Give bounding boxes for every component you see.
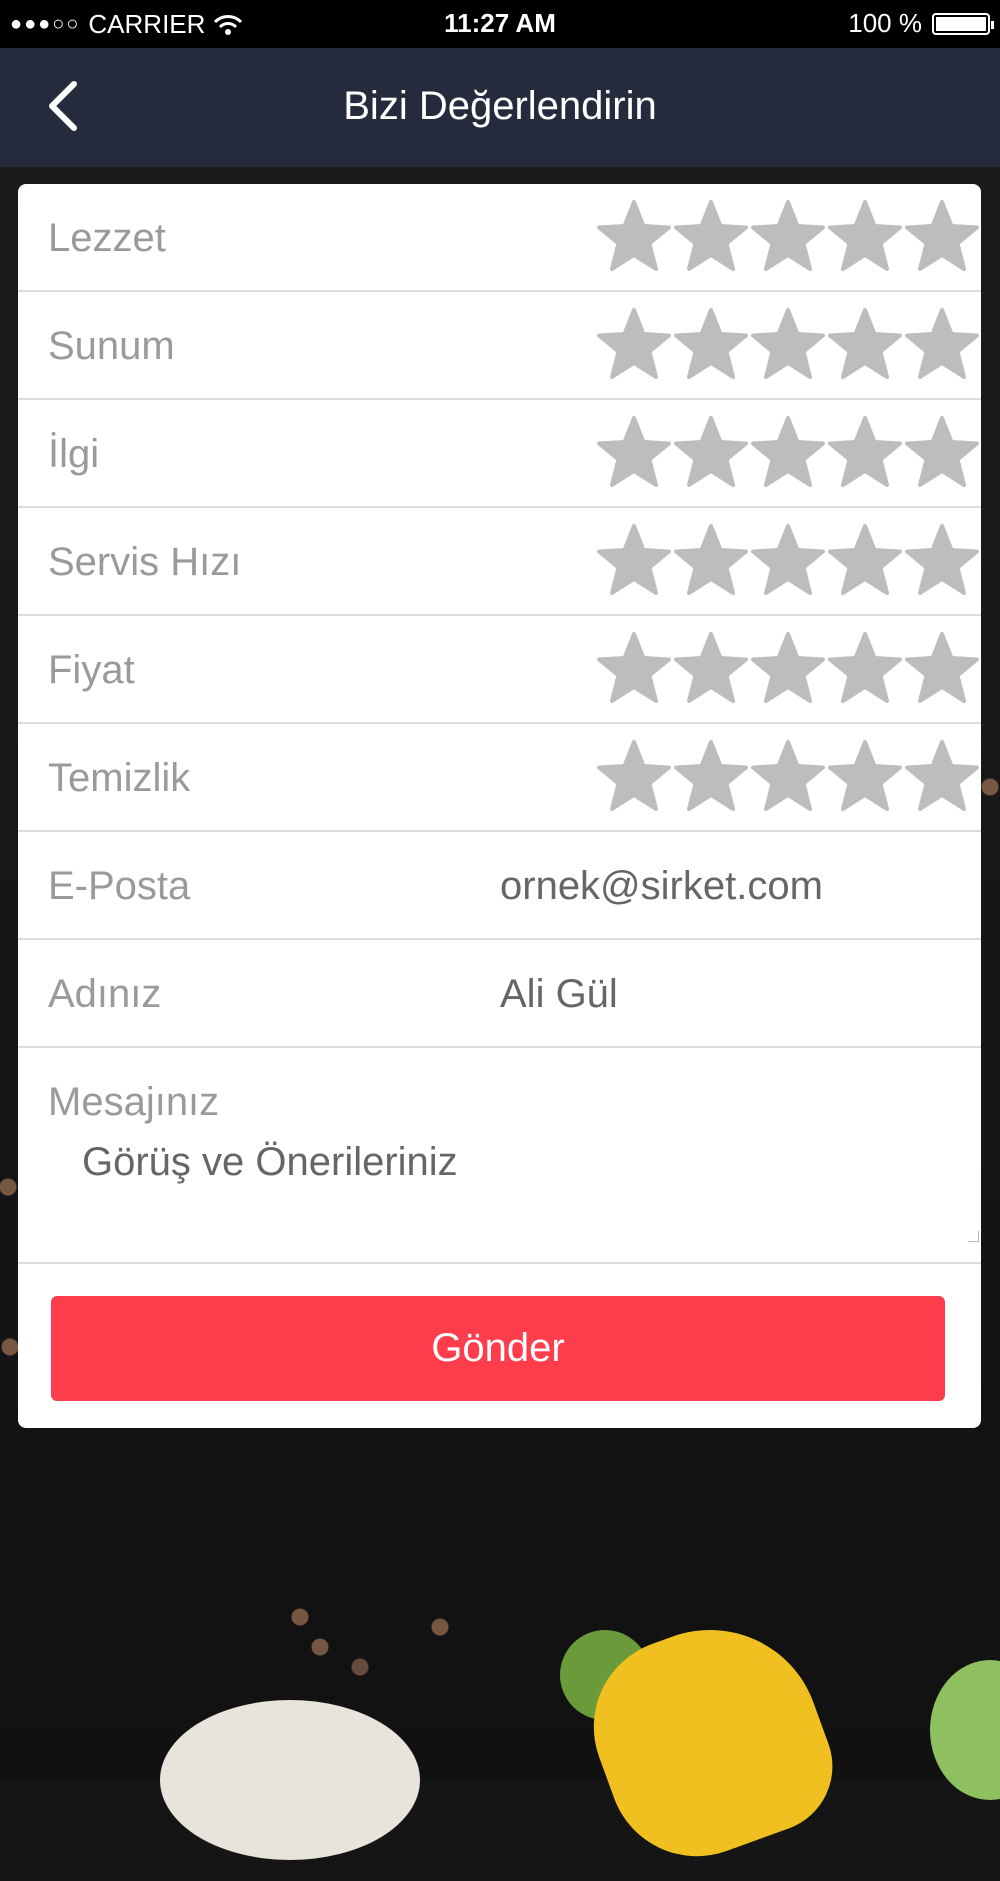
- star-icon[interactable]: [904, 516, 981, 600]
- star-icon[interactable]: [673, 732, 750, 816]
- name-label: Adınız: [48, 972, 162, 1016]
- rating-label: Temizlik: [48, 756, 191, 800]
- email-field[interactable]: ornek@sirket.com: [500, 864, 823, 909]
- star-icon[interactable]: [827, 192, 904, 276]
- star-icon[interactable]: [904, 408, 981, 492]
- star-icon[interactable]: [673, 624, 750, 708]
- star-icon[interactable]: [673, 408, 750, 492]
- star-icon[interactable]: [904, 300, 981, 384]
- star-icon[interactable]: [673, 192, 750, 276]
- star-rating: [596, 192, 981, 276]
- rating-row: İlgi: [18, 400, 981, 508]
- rating-form-card: Lezzet Sunum İlgi Servis Hızı Fiyat Temizlik …: [18, 184, 981, 1428]
- navigation-bar: Bizi Değerlendirin: [0, 48, 1000, 167]
- email-row: E-Posta ornek@sirket.com: [18, 832, 981, 940]
- battery-icon: [932, 12, 994, 35]
- rating-label: Fiyat: [48, 648, 135, 692]
- rating-row: Temizlik: [18, 724, 981, 832]
- rating-label: Sunum: [48, 324, 175, 368]
- cauliflower-decoration: [160, 1700, 420, 1860]
- email-label: E-Posta: [48, 864, 191, 908]
- star-icon[interactable]: [596, 516, 673, 600]
- status-bar: ●●●○○ CARRIER 11:27 AM 100 %: [0, 0, 1000, 48]
- star-icon[interactable]: [904, 192, 981, 276]
- resize-handle-icon[interactable]: [968, 1231, 979, 1242]
- star-icon[interactable]: [827, 300, 904, 384]
- submit-button[interactable]: Gönder: [51, 1296, 945, 1401]
- battery-percent: 100 %: [848, 8, 922, 38]
- page-title: Bizi Değerlendirin: [343, 84, 657, 128]
- star-icon[interactable]: [750, 516, 827, 600]
- star-icon[interactable]: [596, 624, 673, 708]
- star-icon[interactable]: [596, 408, 673, 492]
- star-icon[interactable]: [596, 732, 673, 816]
- rating-row: Servis Hızı: [18, 508, 981, 616]
- star-icon[interactable]: [596, 192, 673, 276]
- star-icon[interactable]: [673, 516, 750, 600]
- star-icon[interactable]: [827, 408, 904, 492]
- star-icon[interactable]: [750, 732, 827, 816]
- rating-label: İlgi: [48, 432, 100, 476]
- star-icon[interactable]: [750, 624, 827, 708]
- star-icon[interactable]: [827, 624, 904, 708]
- rating-row: Fiyat: [18, 616, 981, 724]
- star-icon[interactable]: [673, 300, 750, 384]
- message-label: Mesajınız: [48, 1080, 220, 1124]
- star-icon[interactable]: [750, 408, 827, 492]
- star-icon[interactable]: [827, 732, 904, 816]
- rating-row: Lezzet: [18, 184, 981, 292]
- star-icon[interactable]: [904, 732, 981, 816]
- star-rating: [596, 516, 981, 600]
- star-icon[interactable]: [596, 300, 673, 384]
- star-rating: [596, 408, 981, 492]
- star-icon[interactable]: [750, 192, 827, 276]
- star-icon[interactable]: [827, 516, 904, 600]
- star-rating: [596, 624, 981, 708]
- star-icon[interactable]: [904, 624, 981, 708]
- rating-label: Servis Hızı: [48, 540, 242, 584]
- name-field[interactable]: Ali Gül: [500, 972, 618, 1017]
- message-row: Mesajınız Görüş ve Önerileriniz: [18, 1048, 981, 1264]
- star-icon[interactable]: [750, 300, 827, 384]
- name-row: Adınız Ali Gül: [18, 940, 981, 1048]
- rating-row: Sunum: [18, 292, 981, 400]
- rating-label: Lezzet: [48, 216, 166, 260]
- star-rating: [596, 300, 981, 384]
- message-textarea[interactable]: Görüş ve Önerileriniz: [82, 1140, 458, 1185]
- star-rating: [596, 732, 981, 816]
